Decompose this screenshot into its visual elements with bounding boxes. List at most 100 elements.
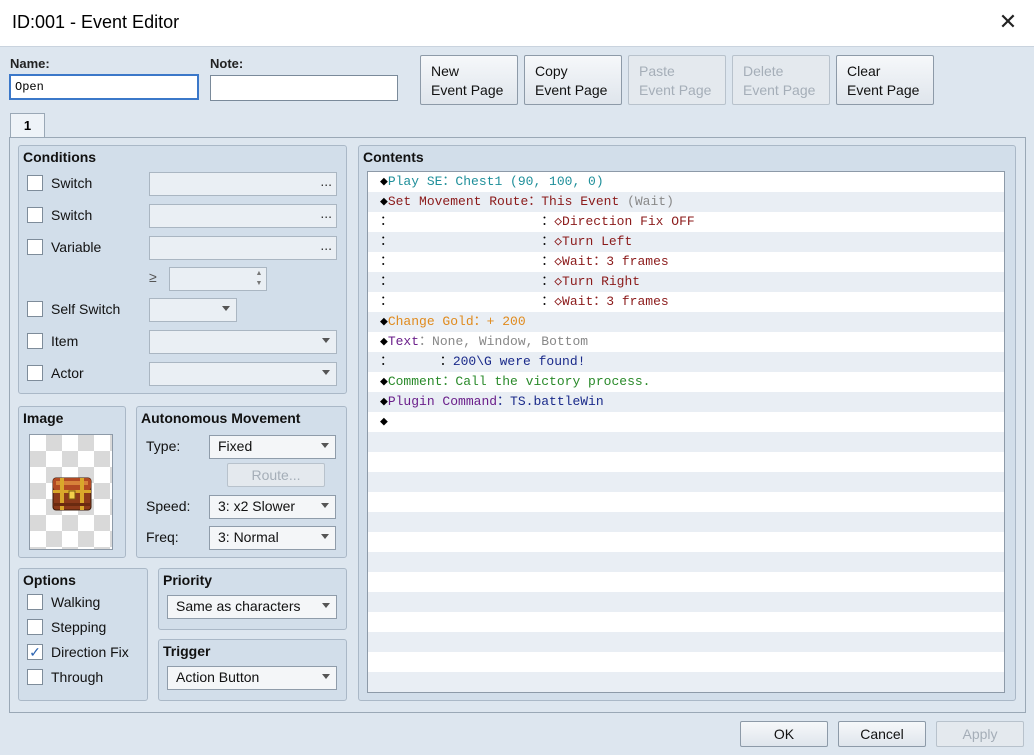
item-checkbox[interactable] [27, 333, 43, 349]
list-item[interactable] [368, 472, 1004, 492]
list-item[interactable]: ： ：◇Wait：3 frames [368, 252, 1004, 272]
list-item[interactable]: ： ：◇Turn Left [368, 232, 1004, 252]
command-segment: ： ： [380, 274, 555, 289]
list-item[interactable]: ◆Comment：Call the victory process. [368, 372, 1004, 392]
route-button[interactable]: Route... [227, 463, 325, 487]
ok-button[interactable]: OK [740, 721, 828, 747]
list-item[interactable] [368, 492, 1004, 512]
spin-up-icon[interactable]: ▲ [254, 269, 264, 278]
switch1-select[interactable]: ... [149, 172, 337, 196]
chevron-down-icon [322, 370, 330, 375]
type-label: Type: [146, 438, 181, 454]
walking-label: Walking [51, 594, 101, 610]
command-segment: (Wait) [627, 194, 674, 209]
stepping-checkbox[interactable] [27, 619, 43, 635]
cancel-button[interactable]: Cancel [838, 721, 926, 747]
command-segment: ： ： [380, 214, 555, 229]
actor-label: Actor [51, 365, 84, 381]
variable-value-input[interactable]: ▲ ▼ [169, 267, 267, 291]
switch2-checkbox[interactable] [27, 207, 43, 223]
speed-select[interactable]: 3: x2 Slower [209, 495, 336, 519]
list-item[interactable] [368, 552, 1004, 572]
chevron-down-icon [322, 674, 330, 679]
contents-title: Contents [363, 149, 424, 165]
list-item[interactable]: ◆Text：None, Window, Bottom [368, 332, 1004, 352]
trigger-value: Action Button [176, 669, 260, 685]
button-label-line1: Delete [743, 63, 784, 79]
self-switch-checkbox[interactable] [27, 301, 43, 317]
list-item[interactable] [368, 652, 1004, 672]
paste-event-page-button[interactable]: Paste Event Page [628, 55, 726, 105]
list-item[interactable]: ： ：◇Turn Right [368, 272, 1004, 292]
freq-value: 3: Normal [218, 529, 279, 545]
trigger-select[interactable]: Action Button [167, 666, 337, 690]
command-segment: ：None, Window, Bottom [419, 334, 589, 349]
command-list[interactable]: ◆Play SE：Chest1 (90, 100, 0) ◆Set Movemen… [367, 171, 1005, 693]
clear-event-page-button[interactable]: Clear Event Page [836, 55, 934, 105]
command-segment: ： ： [380, 234, 555, 249]
chevron-down-icon [322, 338, 330, 343]
switch2-select[interactable]: ... [149, 204, 337, 228]
list-item[interactable] [368, 572, 1004, 592]
button-label-line1: New [431, 63, 460, 79]
stepping-label: Stepping [51, 619, 107, 635]
spin-down-icon[interactable]: ▼ [254, 279, 264, 288]
variable-select[interactable]: ... [149, 236, 337, 260]
copy-event-page-button[interactable]: Copy Event Page [524, 55, 622, 105]
delete-event-page-button[interactable]: Delete Event Page [732, 55, 830, 105]
tab-page-1[interactable]: 1 [10, 113, 45, 139]
event-editor-dialog: Name: Open Note: New Event Page Copy Eve… [0, 46, 1034, 755]
trigger-title: Trigger [163, 643, 211, 659]
list-item[interactable]: ： ：200\G were found! [368, 352, 1004, 372]
actor-select[interactable] [149, 362, 337, 386]
list-item[interactable] [368, 672, 1004, 692]
list-item[interactable]: ◆ [368, 412, 1004, 432]
item-label: Item [51, 333, 79, 349]
apply-button[interactable]: Apply [936, 721, 1024, 747]
walking-checkbox[interactable] [27, 594, 43, 610]
type-select[interactable]: Fixed [209, 435, 336, 459]
trigger-group: Trigger Action Button [158, 639, 347, 701]
list-item[interactable]: ◆Change Gold：+ 200 [368, 312, 1004, 332]
button-label-line2: Event Page [431, 82, 504, 98]
chevron-down-icon [321, 443, 329, 448]
command-segment: Plugin Command [387, 394, 498, 409]
direction-fix-label: Direction Fix [51, 644, 129, 660]
list-item[interactable]: ◆Play SE：Chest1 (90, 100, 0) [368, 172, 1004, 192]
direction-fix-checkbox[interactable]: ✓ [27, 644, 43, 660]
list-item[interactable]: ◆Set Movement Route：This Event (Wait) [368, 192, 1004, 212]
priority-value: Same as characters [176, 598, 301, 614]
item-select[interactable] [149, 330, 337, 354]
command-segment: Change Gold：+ 200 [387, 314, 526, 329]
list-item[interactable] [368, 512, 1004, 532]
list-item[interactable] [368, 452, 1004, 472]
switch1-checkbox[interactable] [27, 175, 43, 191]
priority-title: Priority [163, 572, 213, 588]
name-label: Name: [10, 56, 50, 71]
new-event-page-button[interactable]: New Event Page [420, 55, 518, 105]
button-label-line1: Clear [847, 63, 881, 79]
button-label-line1: Paste [639, 63, 675, 79]
list-item[interactable]: ： ：◇Direction Fix OFF [368, 212, 1004, 232]
list-item[interactable]: ◆Plugin Command：TS.battleWin [368, 392, 1004, 412]
note-input[interactable] [210, 75, 398, 101]
variable-checkbox[interactable] [27, 239, 43, 255]
close-icon[interactable]: ✕ [996, 10, 1020, 34]
switch1-label: Switch [51, 175, 93, 191]
list-item[interactable]: ： ：◇Wait：3 frames [368, 292, 1004, 312]
list-item[interactable] [368, 612, 1004, 632]
list-item[interactable] [368, 532, 1004, 552]
name-input[interactable]: Open [9, 74, 199, 100]
window-title: ID:001 - Event Editor [12, 12, 180, 32]
list-item[interactable] [368, 632, 1004, 652]
freq-select[interactable]: 3: Normal [209, 526, 336, 550]
through-checkbox[interactable] [27, 669, 43, 685]
priority-select[interactable]: Same as characters [167, 595, 337, 619]
image-preview[interactable] [29, 434, 113, 550]
command-segment: ◆ [380, 334, 388, 349]
autonomous-movement-group: Autonomous Movement Type: Fixed Route...… [136, 406, 347, 558]
actor-checkbox[interactable] [27, 365, 43, 381]
self-switch-select[interactable] [149, 298, 237, 322]
list-item[interactable] [368, 432, 1004, 452]
list-item[interactable] [368, 592, 1004, 612]
